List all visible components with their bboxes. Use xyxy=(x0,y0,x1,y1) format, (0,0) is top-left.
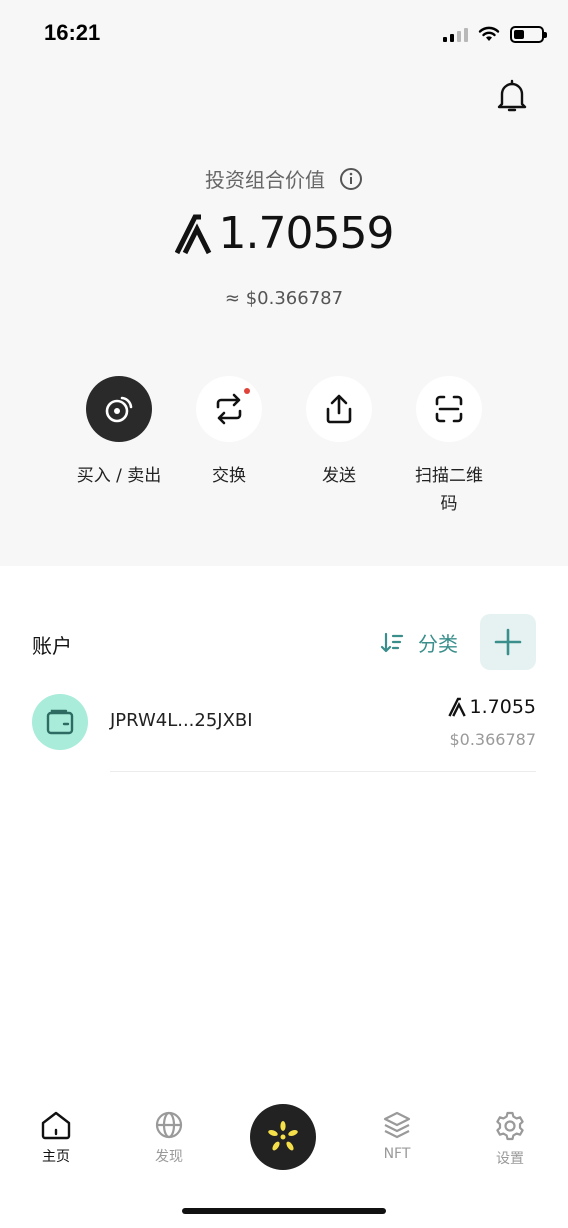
account-row[interactable]: JPRW4L...25JXBI 1.7055 $0.366787 xyxy=(32,690,536,772)
tab-nft[interactable]: NFT xyxy=(357,1110,437,1162)
send-button[interactable]: 发送 xyxy=(284,376,394,490)
portfolio-amount: 1.70559 xyxy=(218,208,395,259)
globe-icon xyxy=(155,1111,183,1139)
tab-discover[interactable]: 发现 xyxy=(129,1110,209,1166)
layers-icon xyxy=(383,1111,411,1139)
status-time: 16:21 xyxy=(44,20,101,45)
buy-sell-icon xyxy=(86,376,152,442)
account-balance: 1.7055 xyxy=(447,696,536,718)
send-icon xyxy=(306,376,372,442)
tab-nft-label: NFT xyxy=(383,1146,411,1162)
center-logo-button[interactable] xyxy=(250,1104,316,1170)
signal-icon xyxy=(443,26,468,42)
swap-label: 交换 xyxy=(212,466,246,486)
divider xyxy=(110,771,536,772)
bell-icon[interactable] xyxy=(496,78,528,114)
swap-button[interactable]: 交换 xyxy=(174,376,284,490)
portfolio-balance: 1.70559 xyxy=(0,208,568,259)
tab-home[interactable]: 主页 xyxy=(16,1110,96,1166)
portfolio-label-text: 投资组合价值 xyxy=(205,168,325,192)
tab-bar: 主页 发现 NFT 设置 xyxy=(0,1100,568,1180)
gear-icon xyxy=(496,1111,524,1141)
portfolio-fiat: ≈ $0.366787 xyxy=(224,288,344,309)
account-balance-amount: 1.7055 xyxy=(469,696,536,718)
home-icon xyxy=(41,1111,71,1140)
sort-icon xyxy=(380,632,404,652)
swap-icon xyxy=(196,376,262,442)
portfolio-label: 投资组合价值 xyxy=(0,164,568,193)
plus-icon xyxy=(494,628,522,656)
account-fiat: $0.366787 xyxy=(449,730,536,749)
accounts-title: 账户 xyxy=(32,634,72,658)
tab-settings-label: 设置 xyxy=(496,1151,524,1167)
coin-symbol-icon xyxy=(447,697,466,717)
info-icon[interactable] xyxy=(339,167,363,191)
send-label: 发送 xyxy=(322,466,356,486)
sort-button[interactable]: 分类 xyxy=(380,628,458,657)
wifi-icon xyxy=(478,26,500,41)
account-name: JPRW4L...25JXBI xyxy=(110,710,253,731)
buy-sell-label: 买入 / 卖出 xyxy=(76,466,162,486)
accounts-header: 账户 分类 xyxy=(32,614,536,670)
tab-settings[interactable]: 设置 xyxy=(470,1110,550,1168)
scan-qr-icon xyxy=(416,376,482,442)
battery-icon xyxy=(510,25,547,43)
wallet-icon xyxy=(32,694,88,750)
buy-sell-button[interactable]: 买入 / 卖出 xyxy=(64,376,174,490)
tab-discover-label: 发现 xyxy=(155,1149,183,1165)
tab-home-label: 主页 xyxy=(42,1149,70,1165)
notification-dot xyxy=(244,388,250,394)
sort-label: 分类 xyxy=(418,632,458,656)
add-account-button[interactable] xyxy=(480,614,536,670)
status-icons xyxy=(443,22,547,46)
scan-qr-label: 扫描二维码 xyxy=(415,466,483,514)
scan-qr-button[interactable]: 扫描二维码 xyxy=(394,376,504,518)
coin-symbol-icon xyxy=(174,214,211,254)
logo-icon xyxy=(268,1121,298,1151)
home-indicator xyxy=(182,1208,386,1214)
